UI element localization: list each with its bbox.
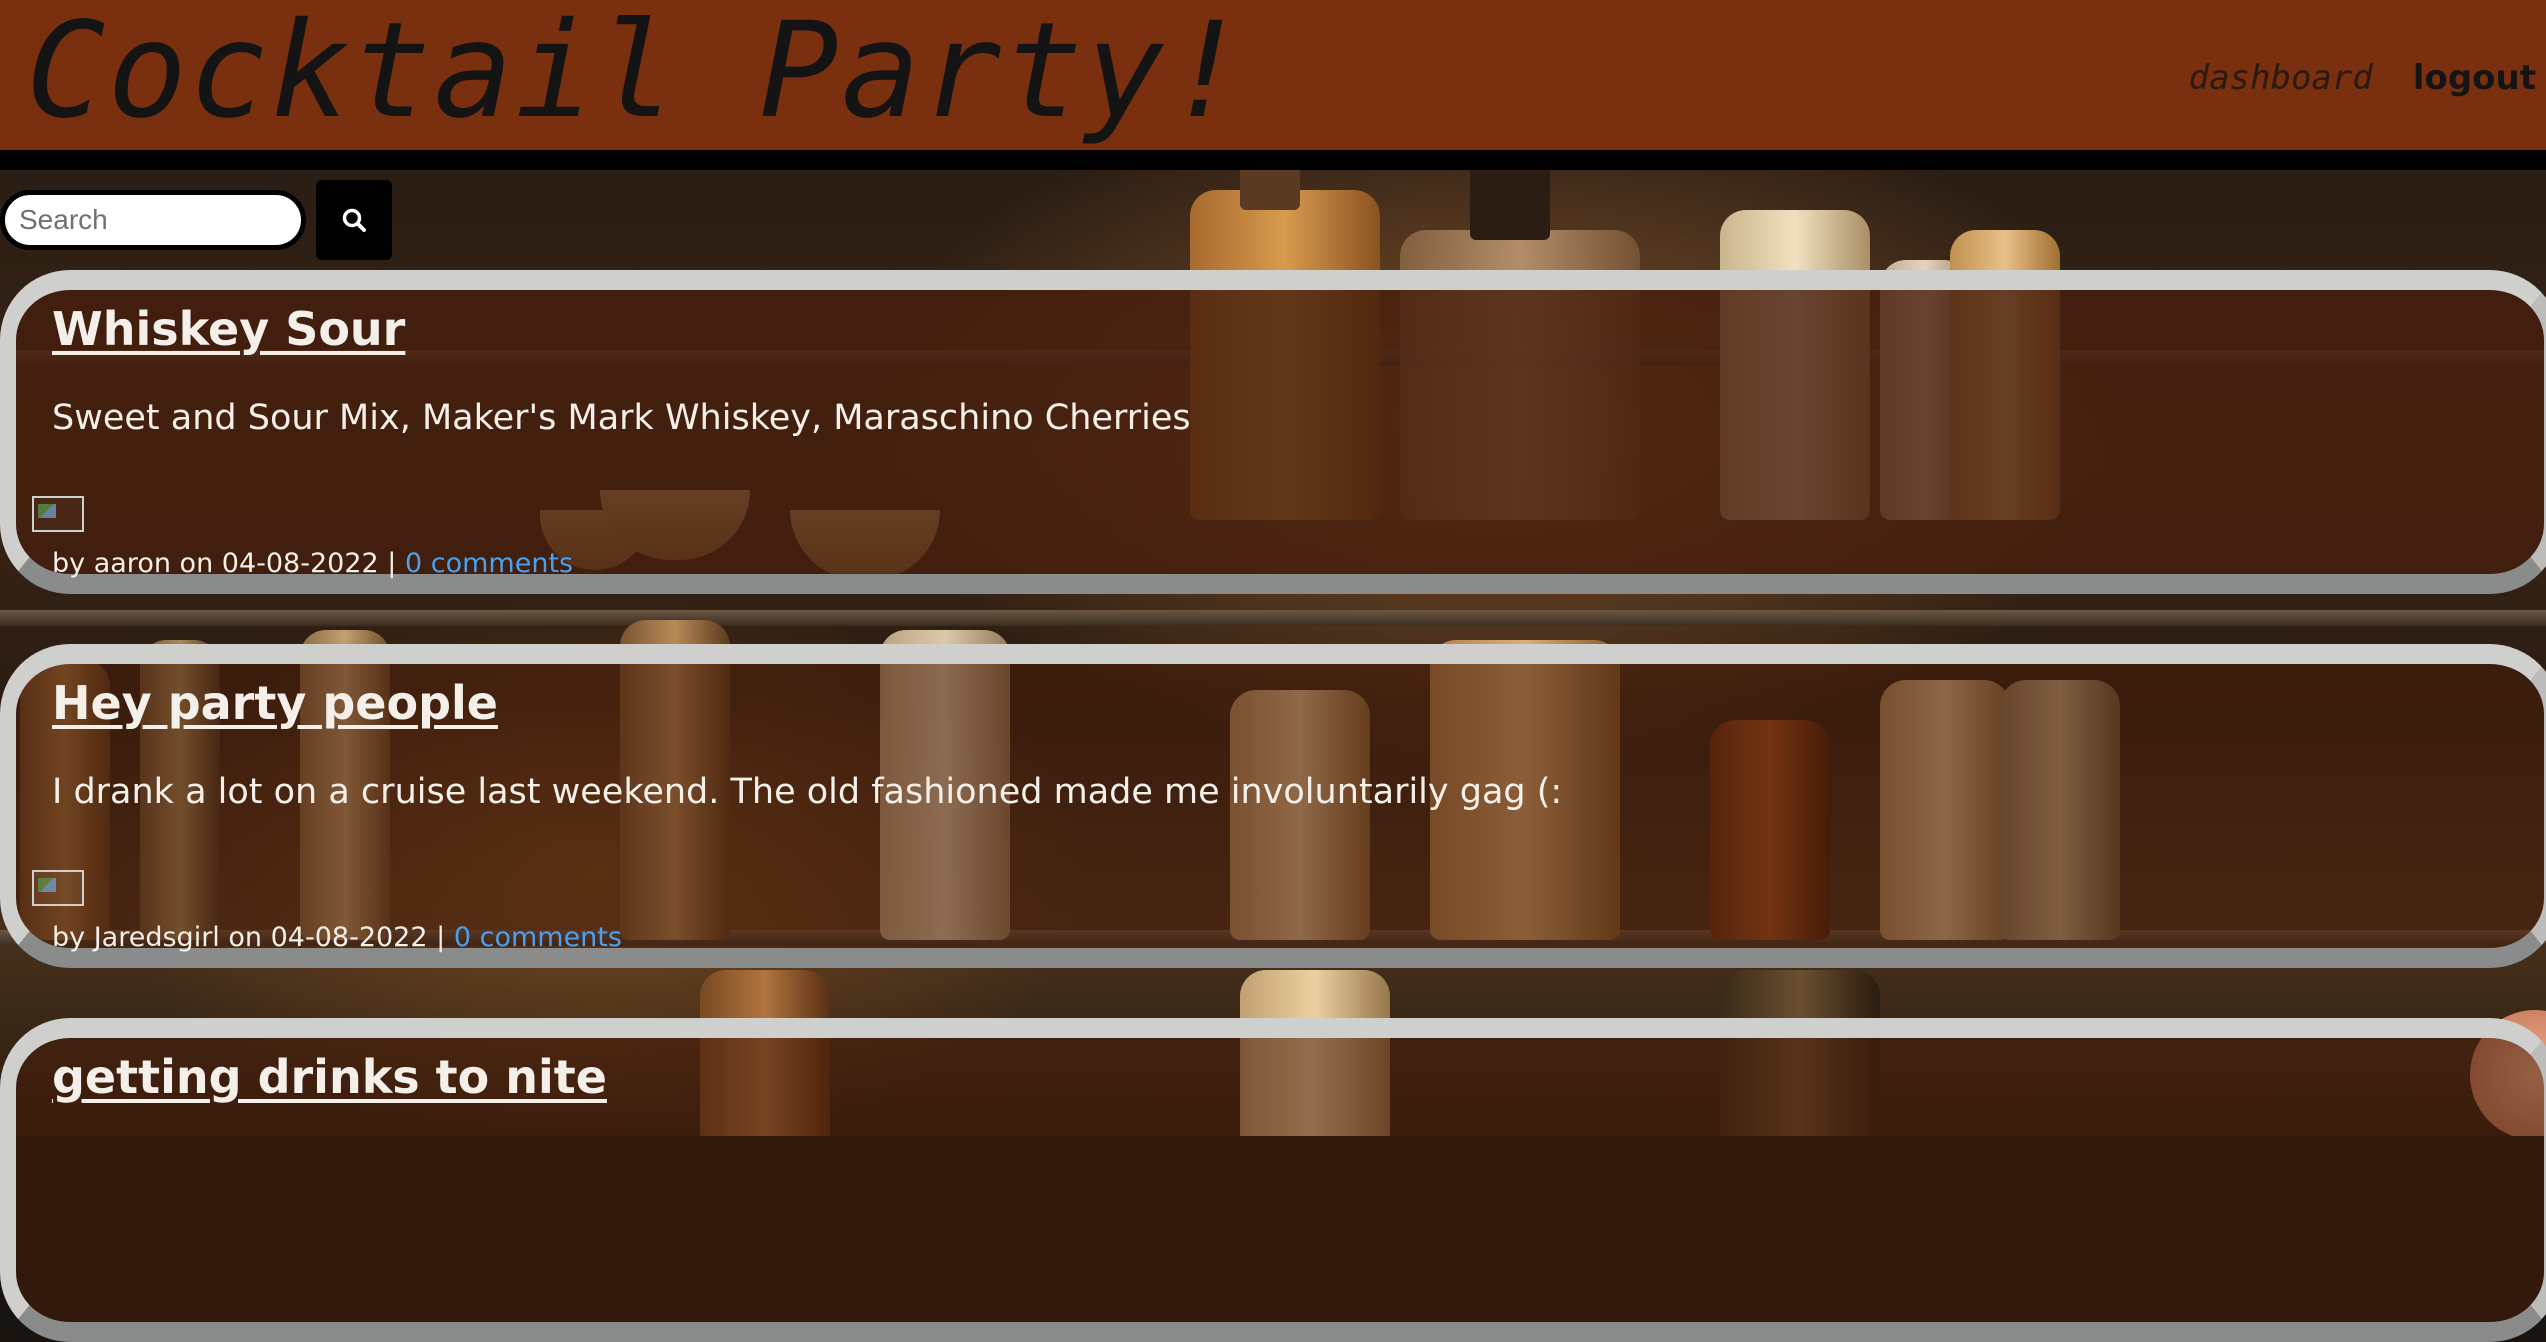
post-date: 04-08-2022: [221, 548, 379, 579]
post-meta: by aaron on 04-08-2022 | 0 comments: [52, 548, 573, 579]
top-nav: dashboard logout: [2189, 58, 2536, 98]
by-label: by: [52, 548, 86, 579]
site-header: Cocktail Party! dashboard logout: [0, 0, 2546, 170]
post-card: Hey party people I drank a lot on a crui…: [0, 644, 2546, 968]
on-label: on: [228, 922, 263, 953]
post-body: Sweet and Sour Mix, Maker's Mark Whiskey…: [52, 398, 1191, 438]
post-title-link[interactable]: getting drinks to nite: [52, 1050, 607, 1104]
comments-link[interactable]: 0 comments: [405, 548, 573, 579]
separator: |: [436, 922, 446, 953]
post-card: getting drinks to nite: [0, 1018, 2546, 1342]
post-card: Whiskey Sour Sweet and Sour Mix, Maker's…: [0, 270, 2546, 594]
post-author: Jaredsgirl: [93, 922, 220, 953]
shelf: [0, 610, 2546, 626]
logout-link[interactable]: logout: [2413, 58, 2536, 98]
by-label: by: [52, 922, 86, 953]
post-title-link[interactable]: Hey party people: [52, 676, 498, 730]
comments-link[interactable]: 0 comments: [454, 922, 622, 953]
bottle-neck: [1240, 170, 1300, 210]
search-button[interactable]: [316, 180, 392, 260]
post-date: 04-08-2022: [270, 922, 428, 953]
search-icon: [342, 208, 366, 232]
site-title: Cocktail Party!: [26, 0, 1249, 148]
bottle-neck: [1470, 170, 1550, 240]
search-bar: [0, 180, 392, 260]
dashboard-link[interactable]: dashboard: [2189, 58, 2373, 98]
post-meta: by Jaredsgirl on 04-08-2022 | 0 comments: [52, 922, 622, 953]
post-image: [32, 870, 84, 906]
on-label: on: [179, 548, 214, 579]
post-body: I drank a lot on a cruise last weekend. …: [52, 772, 1563, 812]
post-image: [32, 496, 84, 532]
post-author: aaron: [93, 548, 171, 579]
post-title-link[interactable]: Whiskey Sour: [52, 302, 405, 356]
separator: |: [387, 548, 397, 579]
search-input[interactable]: [0, 190, 306, 250]
